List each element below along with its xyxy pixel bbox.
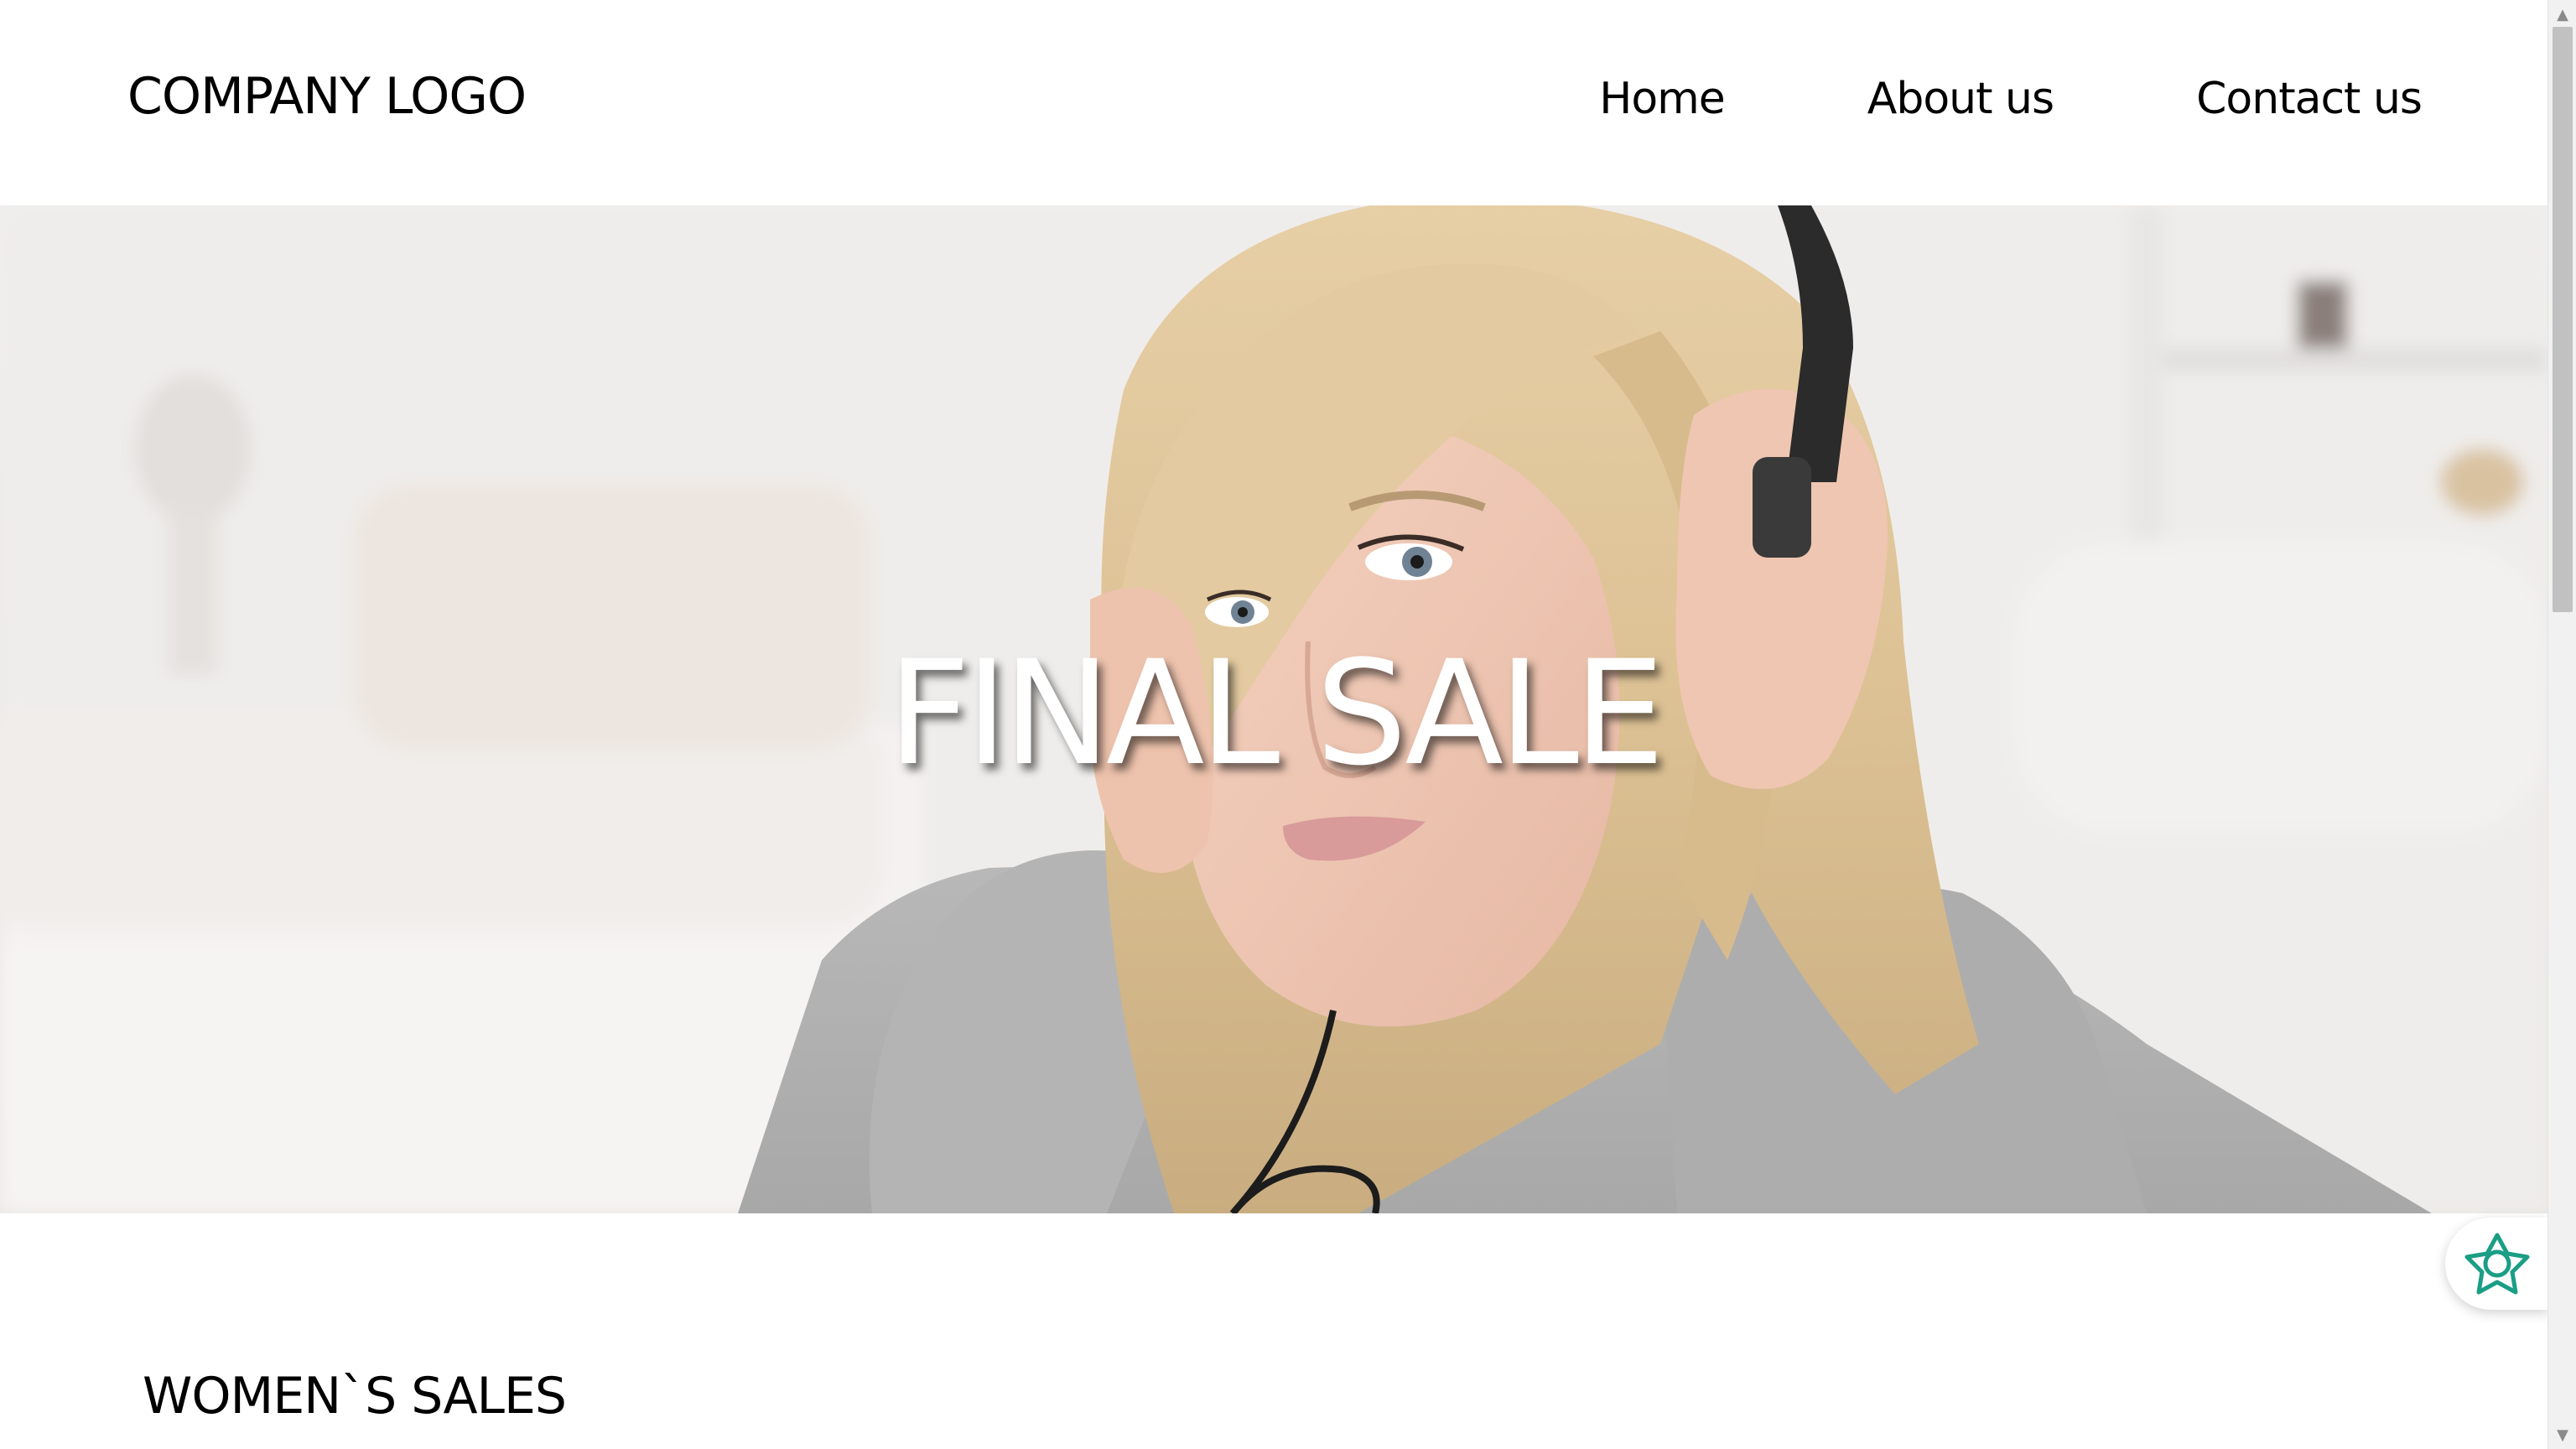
main-nav: Home About us Contact us — [1599, 74, 2423, 124]
hero-title: FINAL SALE — [887, 629, 1665, 797]
site-header: COMPANY LOGO Home About us Contact us — [0, 0, 2547, 205]
page-scrollbar[interactable]: ▲ ▼ — [2547, 0, 2576, 1449]
section-title: WOMEN`S SALES — [143, 1366, 567, 1426]
nav-about-link[interactable]: About us — [1867, 74, 2054, 124]
scroll-down-icon[interactable]: ▼ — [2548, 1422, 2576, 1447]
scrollbar-thumb[interactable] — [2553, 27, 2573, 612]
assistant-knot-icon — [2464, 1233, 2530, 1295]
nav-contact-link[interactable]: Contact us — [2196, 74, 2423, 124]
scroll-up-icon[interactable]: ▲ — [2548, 2, 2576, 27]
hero-banner: FINAL SALE — [0, 205, 2547, 1213]
assistant-widget-button[interactable] — [2445, 1218, 2549, 1310]
page: COMPANY LOGO Home About us Contact us FI… — [0, 0, 2547, 1449]
company-logo[interactable]: COMPANY LOGO — [127, 67, 527, 126]
nav-home-link[interactable]: Home — [1599, 74, 1726, 124]
